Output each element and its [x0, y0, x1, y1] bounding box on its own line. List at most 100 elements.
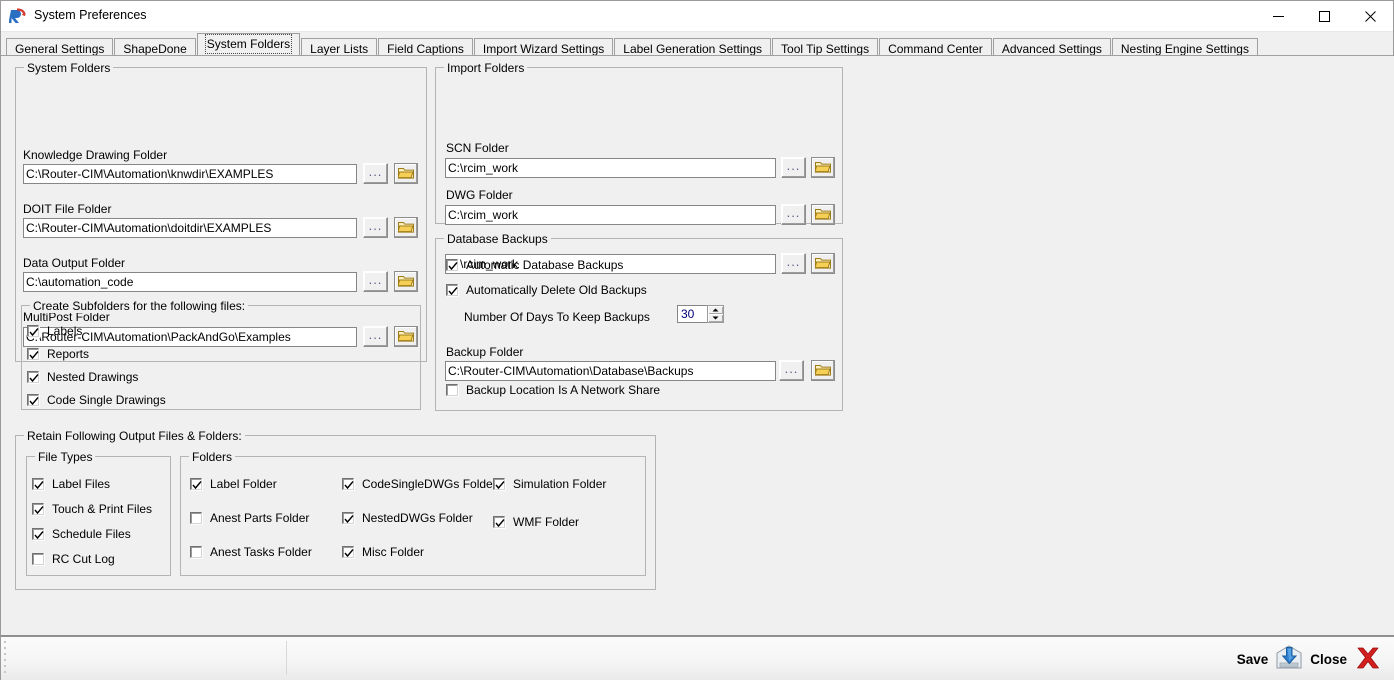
backup-folder-input[interactable]: C:\Router-CIM\Automation\Database\Backup… [445, 361, 776, 381]
touch-print-files-label: Touch & Print Files [52, 502, 153, 516]
knowledge-drawing-folder-label: Knowledge Drawing Folder [23, 148, 168, 162]
knowledge-drawing-folder-open-button[interactable] [394, 163, 418, 184]
tab-label: Import Wizard Settings [482, 42, 605, 56]
dwg-folder-input[interactable]: C:\rcim_work [445, 205, 776, 225]
file-types-caption: File Types [35, 450, 96, 464]
system-folders-group-caption: System Folders [24, 61, 114, 75]
auto-delete-old-backups-checkbox[interactable]: Automatically Delete Old Backups [446, 284, 647, 296]
doit-file-folder-browse-button[interactable]: ... [363, 217, 388, 238]
tab-label: System Folders [204, 34, 293, 54]
label-files-checkbox[interactable]: Label Files [32, 478, 110, 490]
data-output-folder-open-button[interactable] [394, 271, 418, 292]
window-controls [1255, 1, 1393, 32]
tab-label: Advanced Settings [1001, 42, 1102, 56]
anest-parts-folder-checkbox[interactable]: Anest Parts Folder [190, 512, 309, 524]
window-title: System Preferences [34, 8, 147, 22]
checkbox-box [493, 516, 505, 528]
doit-file-folder-open-button[interactable] [394, 217, 418, 238]
backup-network-share-checkbox[interactable]: Backup Location Is A Network Share [446, 384, 660, 396]
tab-label: Label Generation Settings [623, 42, 763, 56]
dwg-folder-browse-button[interactable]: ... [781, 204, 806, 225]
database-backups-caption: Database Backups [444, 232, 551, 246]
tab-system-folders[interactable]: System Folders [196, 33, 301, 56]
tab-label: Command Center [888, 42, 983, 56]
label-folder-checkbox[interactable]: Label Folder [190, 478, 277, 490]
label-folder-label: Label Folder [210, 477, 277, 491]
data-output-folder-browse-button[interactable]: ... [363, 271, 388, 292]
minimize-icon[interactable] [1255, 1, 1301, 32]
backup-folder-open-button[interactable] [811, 360, 835, 381]
codesingledwgs-folder-label: CodeSingleDWGs Folder [362, 477, 497, 491]
folder-open-icon [397, 220, 414, 236]
anest-tasks-folder-checkbox[interactable]: Anest Tasks Folder [190, 546, 312, 558]
checkbox-box [342, 512, 354, 524]
close-label[interactable]: Close [1310, 652, 1347, 667]
red-x-icon[interactable] [1353, 644, 1383, 675]
checkbox-box [32, 528, 44, 540]
reports-checkbox[interactable]: Reports [27, 348, 89, 360]
footer-bar: Save Close [1, 635, 1394, 680]
retain-output-caption: Retain Following Output Files & Folders: [24, 429, 245, 443]
dwg-folder-label: DWG Folder [446, 188, 513, 202]
tab-label: Tool Tip Settings [781, 42, 870, 56]
wmf-folder-checkbox[interactable]: WMF Folder [493, 516, 579, 528]
router-cim-r-icon [8, 8, 26, 25]
doit-file-folder-input[interactable]: C:\Router-CIM\Automation\doitdir\EXAMPLE… [23, 218, 357, 238]
misc-folder-checkbox[interactable]: Misc Folder [342, 546, 424, 558]
folder-open-icon [814, 207, 831, 223]
schedule-files-label: Schedule Files [52, 527, 131, 541]
stepper-arrows [707, 305, 724, 323]
labels-label: Labels [47, 324, 83, 338]
rc-cut-log-checkbox[interactable]: RC Cut Log [32, 553, 115, 565]
save-label[interactable]: Save [1237, 652, 1269, 667]
create-subfolders-caption: Create Subfolders for the following file… [30, 299, 249, 313]
stepper-up-icon[interactable] [708, 306, 723, 314]
code-single-drawings-checkbox[interactable]: Code Single Drawings [27, 394, 166, 406]
stepper-down-icon[interactable] [708, 314, 723, 322]
label-files-label: Label Files [52, 477, 111, 491]
knowledge-drawing-folder-input[interactable]: C:\Router-CIM\Automation\knwdir\EXAMPLES [23, 164, 357, 184]
automatic-database-backups-checkbox[interactable]: Automatic Database Backups [446, 259, 623, 271]
footer-separator [286, 641, 287, 675]
folder-open-icon [397, 274, 414, 290]
days-to-keep-stepper[interactable]: 30 [677, 305, 724, 323]
checkbox-box [32, 503, 44, 515]
data-output-folder-input[interactable]: C:\automation_code [23, 272, 357, 292]
checkbox-box [27, 325, 39, 337]
days-to-keep-value[interactable]: 30 [677, 305, 707, 323]
automatic-database-backups-label: Automatic Database Backups [466, 258, 624, 272]
tab-label: Nesting Engine Settings [1120, 42, 1249, 56]
folder-open-icon [397, 166, 414, 182]
dwg-folder-open-button[interactable] [811, 204, 835, 225]
simulation-folder-checkbox[interactable]: Simulation Folder [493, 478, 606, 490]
save-disk-icon[interactable] [1274, 644, 1304, 675]
knowledge-drawing-folder-browse-button[interactable]: ... [363, 163, 388, 184]
scn-folder-open-button[interactable] [811, 157, 835, 178]
checkbox-box [446, 384, 458, 396]
checkbox-box [32, 553, 44, 565]
tab-label: ShapeDone [123, 42, 187, 56]
days-to-keep-backups-label: Number Of Days To Keep Backups [464, 310, 650, 324]
checkbox-box [190, 478, 202, 490]
checkbox-box [493, 478, 505, 490]
maximize-icon[interactable] [1301, 1, 1347, 32]
schedule-files-checkbox[interactable]: Schedule Files [32, 528, 131, 540]
reports-label: Reports [47, 347, 90, 361]
nesteddwgs-folder-label: NestedDWGs Folder [362, 511, 473, 525]
nesteddwgs-folder-checkbox[interactable]: NestedDWGs Folder [342, 512, 473, 524]
tab-label: Layer Lists [310, 42, 369, 56]
tab-label: Field Captions [387, 42, 464, 56]
close-icon[interactable] [1347, 1, 1393, 32]
checkbox-box [27, 394, 39, 406]
touch-print-files-checkbox[interactable]: Touch & Print Files [32, 503, 152, 515]
anest-tasks-folder-label: Anest Tasks Folder [210, 545, 312, 559]
anest-parts-folder-label: Anest Parts Folder [210, 511, 310, 525]
codesingledwgs-folder-checkbox[interactable]: CodeSingleDWGs Folder [342, 478, 497, 490]
scn-folder-browse-button[interactable]: ... [781, 157, 806, 178]
nested-drawings-checkbox[interactable]: Nested Drawings [27, 371, 138, 383]
scn-folder-input[interactable]: C:\rcim_work [445, 158, 776, 178]
labels-checkbox[interactable]: Labels [27, 325, 82, 337]
import-folders-caption: Import Folders [444, 61, 528, 75]
system-preferences-window: System Preferences General Settings Shape… [0, 0, 1394, 680]
backup-folder-browse-button[interactable]: ... [779, 360, 804, 381]
